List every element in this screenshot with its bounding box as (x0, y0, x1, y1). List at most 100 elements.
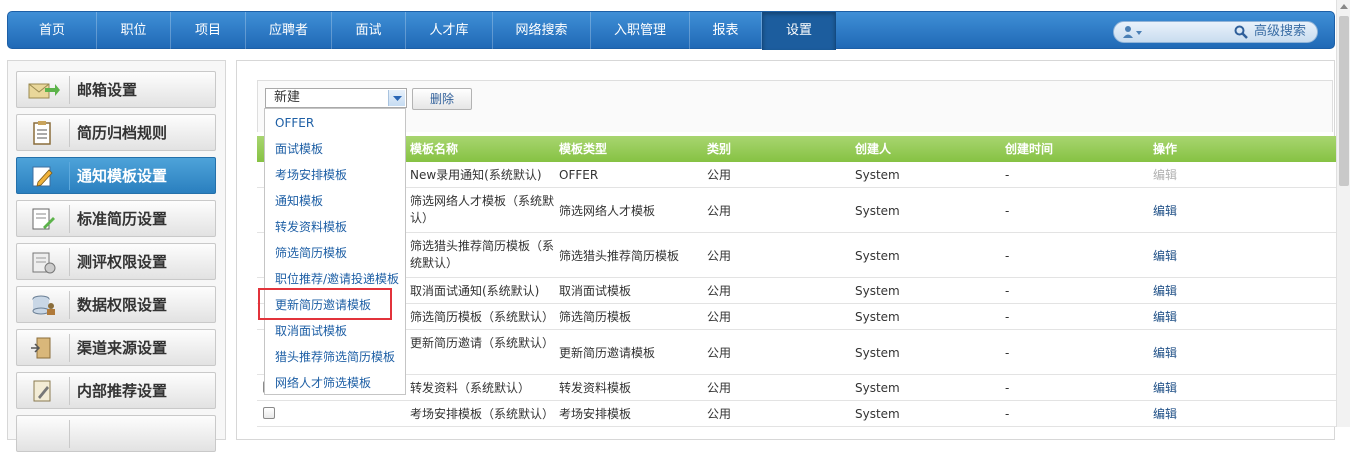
edit-link[interactable]: 编辑 (1153, 203, 1177, 220)
user-dropdown-icon[interactable] (1122, 25, 1144, 40)
dropdown-option-web-talent-screen[interactable]: 网络人才筛选模板 (265, 370, 405, 396)
sidebar-item-label: 内部推荐设置 (77, 382, 168, 400)
sidebar-item-channel-sources[interactable]: 渠道来源设置 (16, 329, 216, 366)
nav-item-settings[interactable]: 设置 (762, 12, 836, 50)
nav-item-applicants[interactable]: 应聘者 (246, 12, 332, 50)
dropdown-option-screen-resume[interactable]: 筛选简历模板 (265, 240, 405, 266)
advanced-search-link[interactable]: 高级搜索 (1254, 22, 1306, 42)
column-header-created-time: 创建时间 (1005, 142, 1054, 156)
dropdown-option-headhunter-screen[interactable]: 猎头推荐筛选简历模板 (265, 344, 405, 370)
template-name: New录用通知(系统默认) (410, 168, 542, 182)
nav-item-web-search[interactable]: 网络搜索 (493, 12, 591, 50)
table-row: 更新简历邀请（系统默认） 更新简历邀请模板 公用 System - 编辑 (257, 330, 1340, 375)
edit-link: 编辑 (1153, 168, 1178, 182)
template-name: 转发资料（系统默认） (410, 381, 531, 395)
nav-item-projects[interactable]: 项目 (171, 12, 246, 50)
template-creator: System (855, 204, 900, 218)
template-created-time: - (1005, 346, 1010, 360)
edit-link[interactable]: 编辑 (1153, 406, 1177, 423)
edit-link[interactable]: 编辑 (1153, 248, 1177, 265)
template-type: 取消面试模板 (559, 284, 632, 298)
toolbar: 新建 删除 (257, 80, 1333, 132)
sidebar-item-standard-resume[interactable]: 标准简历设置 (16, 200, 216, 237)
template-creator: System (855, 310, 900, 324)
sidebar-item-label: 标准简历设置 (77, 210, 168, 228)
sidebar-item-label: 数据权限设置 (77, 296, 168, 314)
table-row: New录用通知(系统默认) OFFER 公用 System - 编辑 (257, 162, 1340, 188)
scroll-up-arrow-icon[interactable] (1340, 4, 1348, 9)
clipboard-icon (33, 121, 51, 145)
template-type: OFFER (559, 168, 599, 182)
sidebar-item-mailbox[interactable]: 邮箱设置 (16, 71, 216, 108)
template-category: 公用 (707, 284, 732, 298)
dropdown-option-cancel-interview[interactable]: 取消面试模板 (265, 318, 405, 344)
template-created-time: - (1005, 310, 1010, 324)
scrollbar-thumb[interactable] (1339, 16, 1349, 186)
column-header-category: 类别 (707, 142, 732, 156)
edit-link[interactable]: 编辑 (1153, 380, 1177, 397)
database-user-icon (32, 295, 55, 315)
table-row: 取消面试通知(系统默认) 取消面试模板 公用 System - 编辑 (257, 278, 1340, 304)
mailbox-icon (28, 83, 60, 99)
row-checkbox[interactable] (263, 407, 275, 419)
edit-link[interactable]: 编辑 (1153, 283, 1177, 300)
nav-item-home[interactable]: 首页 (8, 12, 97, 50)
template-category: 公用 (707, 204, 732, 218)
sidebar-item-internal-referral[interactable]: 内部推荐设置 (16, 372, 216, 409)
template-type: 更新简历邀请模板 (559, 346, 656, 360)
new-template-select[interactable]: 新建 (265, 88, 407, 108)
highlight-box (258, 288, 392, 320)
search-box[interactable]: 高级搜索 (1113, 21, 1318, 43)
edit-link[interactable]: 编辑 (1153, 309, 1177, 326)
document-pen-icon (33, 380, 51, 402)
dropdown-option-interview[interactable]: 面试模板 (265, 136, 405, 162)
template-creator: System (855, 346, 900, 360)
sidebar-item-partial[interactable] (16, 415, 216, 452)
dropdown-option-offer[interactable]: OFFER (265, 110, 405, 136)
template-created-time: - (1005, 381, 1010, 395)
sidebar-item-data-permissions[interactable]: 数据权限设置 (16, 286, 216, 323)
template-name: 更新简历邀请（系统默认） (410, 336, 555, 350)
nav-item-talent-pool[interactable]: 人才库 (406, 12, 493, 50)
sidebar-item-label: 通知模板设置 (77, 167, 168, 185)
delete-button[interactable]: 删除 (412, 88, 472, 110)
sidebar-item-resume-archive[interactable]: 简历归档规则 (16, 114, 216, 151)
column-header-creator: 创建人 (855, 142, 892, 156)
template-name: 筛选猎头推荐简历模板（系统默认） (410, 239, 555, 270)
template-type: 考场安排模板 (559, 407, 632, 421)
door-exit-icon (31, 337, 51, 359)
dropdown-option-exam-arrangement[interactable]: 考场安排模板 (265, 162, 405, 188)
search-icon[interactable] (1234, 25, 1248, 39)
nav-item-positions[interactable]: 职位 (97, 12, 171, 50)
select-current-value: 新建 (274, 90, 301, 105)
template-category: 公用 (707, 346, 732, 360)
settings-sidebar: 邮箱设置 简历归档规则 通知模板设置 标准简历设置 测评权限设置 数据权限设置 … (7, 60, 226, 452)
dropdown-option-forward-materials[interactable]: 转发资料模板 (265, 214, 405, 240)
nav-item-interviews[interactable]: 面试 (332, 12, 406, 50)
sidebar-item-label: 简历归档规则 (77, 124, 168, 142)
sidebar-item-label: 邮箱设置 (77, 81, 138, 99)
column-header-name: 模板名称 (410, 142, 459, 156)
sidebar-item-assessment-permissions[interactable]: 测评权限设置 (16, 243, 216, 280)
sidebar-item-notification-templates[interactable]: 通知模板设置 (16, 157, 216, 194)
edit-link[interactable]: 编辑 (1153, 345, 1177, 362)
template-name: 筛选简历模板（系统默认） (410, 310, 555, 324)
nav-item-reports[interactable]: 报表 (690, 12, 762, 50)
template-type: 转发资料模板 (559, 381, 632, 395)
template-category: 公用 (707, 310, 732, 324)
template-type-dropdown: OFFER 面试模板 考场安排模板 通知模板 转发资料模板 筛选简历模板 职位推… (264, 108, 406, 395)
template-category: 公用 (707, 407, 732, 421)
dropdown-option-notification[interactable]: 通知模板 (265, 188, 405, 214)
template-creator: System (855, 407, 900, 421)
column-header-type: 模板类型 (559, 142, 608, 156)
table-row: 筛选猎头推荐简历模板（系统默认） 筛选猎头推荐简历模板 公用 System - … (257, 233, 1340, 278)
page-scrollbar[interactable] (1336, 0, 1350, 427)
template-name: 考场安排模板（系统默认） (410, 407, 555, 421)
template-category: 公用 (707, 168, 732, 182)
top-navigation-bar: 首页 职位 项目 应聘者 面试 人才库 网络搜索 入职管理 报表 设置 高级搜索 (7, 11, 1335, 50)
template-created-time: - (1005, 204, 1010, 218)
template-created-time: - (1005, 284, 1010, 298)
template-type: 筛选简历模板 (559, 310, 632, 324)
chevron-down-icon[interactable] (388, 90, 405, 106)
nav-item-onboarding[interactable]: 入职管理 (591, 12, 690, 50)
